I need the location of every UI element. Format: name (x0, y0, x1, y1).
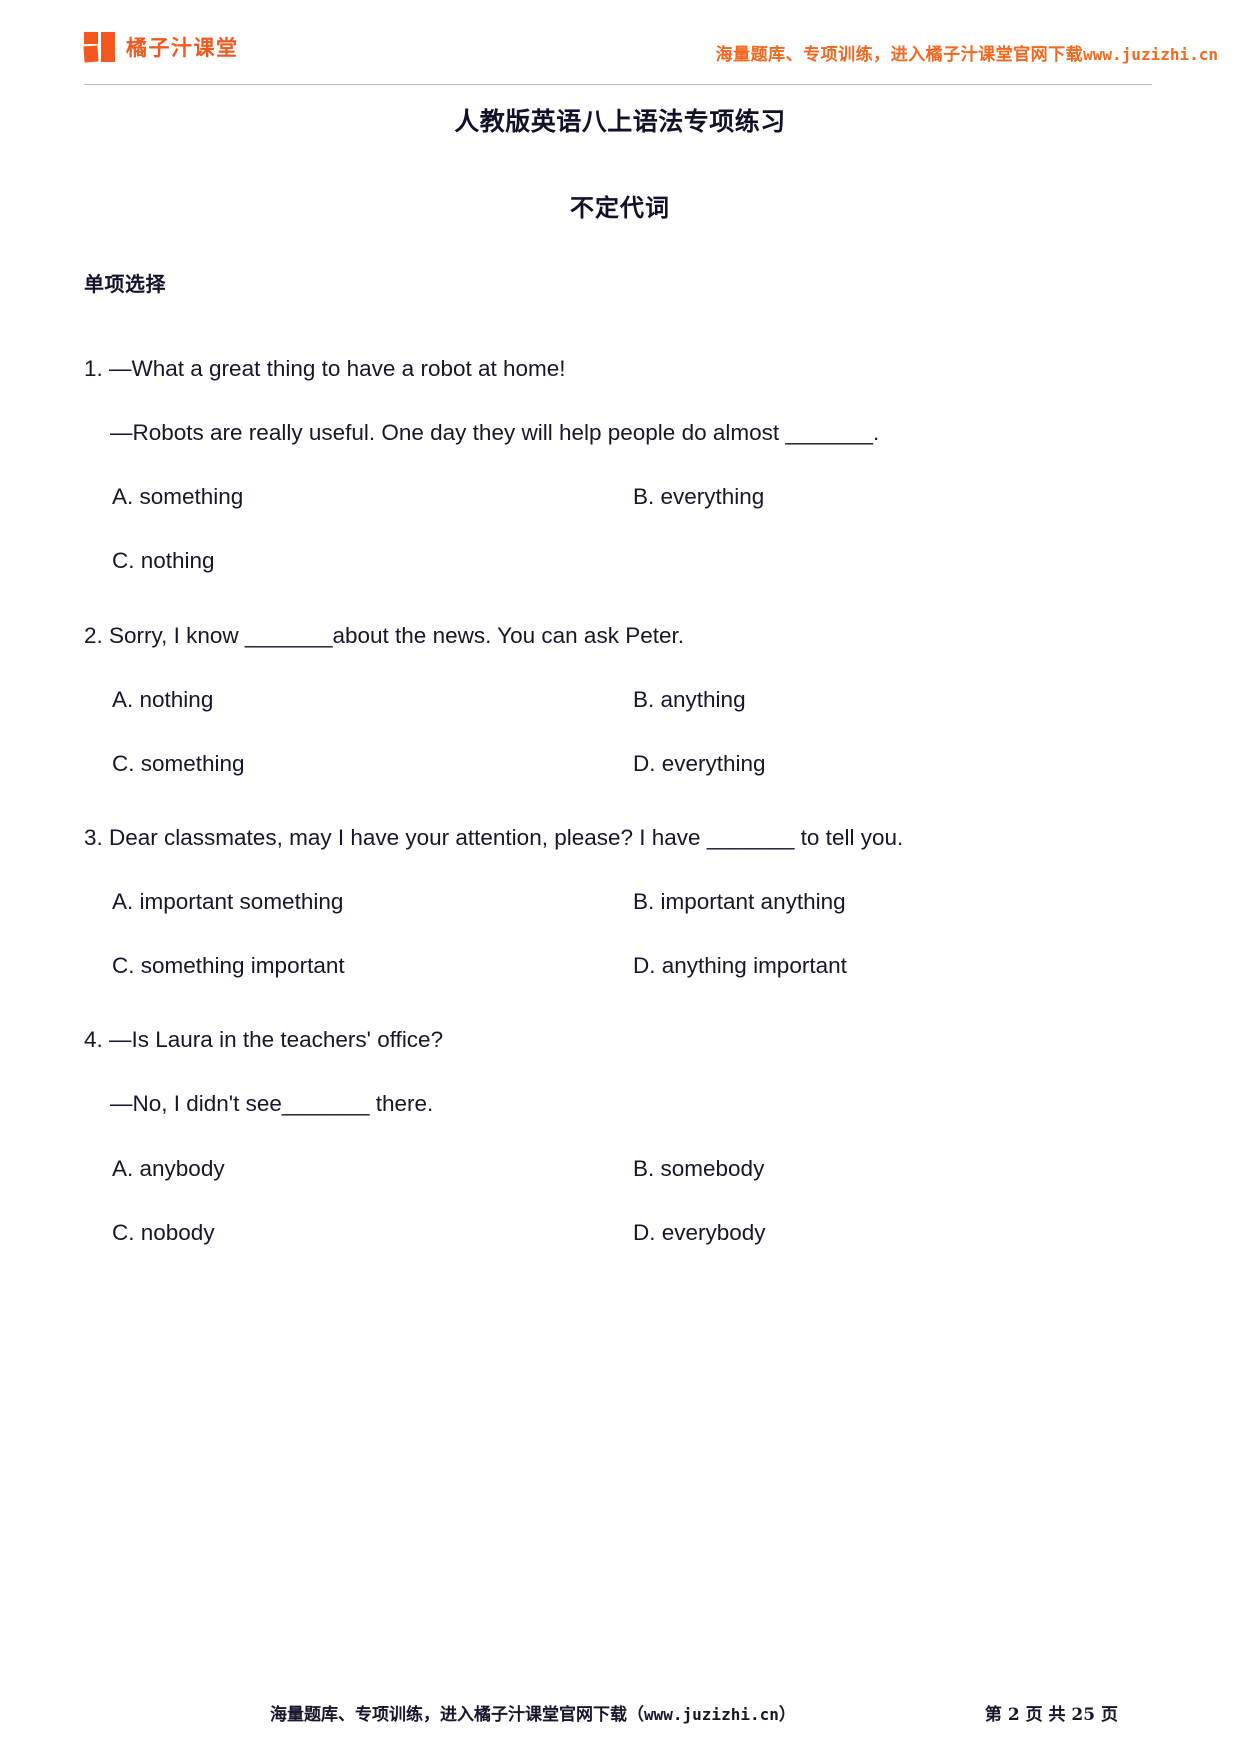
page-number-indicator: 第 2 页 共 25 页 (984, 1705, 1118, 1725)
header-promo-label: 海量题库、专项训练，进入橘子汁课堂官网下载 (715, 45, 1084, 65)
option-c[interactable]: C. nobody (112, 1219, 633, 1247)
option-c[interactable]: C. something (112, 750, 633, 778)
question-stem-line: 2. Sorry, I know _______about the news. … (84, 622, 684, 648)
option-b[interactable]: B. important anything (633, 888, 1154, 916)
option-d[interactable]: D. everything (633, 750, 1154, 778)
footer-promo-url: www.juzizhi.cn (644, 1705, 779, 1724)
question-stem-line: 3. Dear classmates, may I have your atte… (84, 824, 904, 850)
brand-name: 橘子汁课堂 (126, 36, 239, 60)
question-item: 4. —Is Laura in the teachers' office? —N… (84, 1026, 1154, 1283)
header-promo-url: www.juzizhi.cn (1083, 45, 1218, 64)
option-b[interactable]: B. somebody (633, 1155, 1154, 1183)
orange-juice-logo-icon (83, 32, 116, 63)
question-item: 3. Dear classmates, may I have your atte… (84, 824, 1154, 1016)
brand-logo: 橘子汁课堂 (83, 32, 239, 63)
question-stem-line: 1. —What a great thing to have a robot a… (84, 356, 566, 381)
option-d[interactable]: D. everybody (633, 1219, 1154, 1247)
question-stem-line: —Robots are really useful. One day they … (110, 420, 880, 446)
question-item: 1. —What a great thing to have a robot a… (84, 355, 1154, 612)
option-b[interactable]: B. everything (633, 483, 1154, 511)
question-options: A. anybody B. somebody C. nobody D. ever… (84, 1155, 1154, 1283)
option-a[interactable]: A. nothing (112, 686, 633, 714)
question-options: A. something B. everything C. nothing (84, 483, 1154, 611)
question-stem-line: 4. —Is Laura in the teachers' office? (84, 1027, 444, 1053)
section-label-multiple-choice: 单项选择 (84, 272, 166, 296)
option-b[interactable]: B. anything (633, 686, 1154, 714)
option-c[interactable]: C. nothing (112, 547, 1154, 575)
header-divider (84, 84, 1152, 85)
footer-promo-label-end: ） (778, 1705, 796, 1725)
option-a[interactable]: A. important something (112, 888, 633, 916)
footer-promo-label: 海量题库、专项训练，进入橘子汁课堂官网下载（ (270, 1705, 644, 1725)
document-subtitle: 不定代词 (570, 194, 670, 222)
question-options: A. nothing B. anything C. something D. e… (84, 686, 1154, 814)
document-title: 人教版英语八上语法专项练习 (454, 107, 786, 136)
question-stem-line: —No, I didn't see_______ there. (110, 1091, 434, 1117)
option-d[interactable]: D. anything important (633, 952, 1154, 980)
page-header: 橘子汁课堂 海量题库、专项训练，进入橘子汁课堂官网下载www.juzizhi.c… (0, 0, 1240, 86)
question-item: 2. Sorry, I know _______about the news. … (84, 622, 1154, 814)
option-a[interactable]: A. something (112, 483, 633, 511)
question-options: A. important something B. important anyt… (84, 888, 1154, 1016)
option-a[interactable]: A. anybody (112, 1155, 633, 1183)
document-body: 单项选择 1. —What a great thing to have a ro… (84, 268, 1154, 1293)
footer-promo-text: 海量题库、专项训练，进入橘子汁课堂官网下载（www.juzizhi.cn） (270, 1700, 796, 1725)
page-footer: 海量题库、专项训练，进入橘子汁课堂官网下载（www.juzizhi.cn） 第 … (0, 1682, 1240, 1754)
header-promo-text: 海量题库、专项训练，进入橘子汁课堂官网下载www.juzizhi.cn (716, 40, 1218, 65)
option-c[interactable]: C. something important (112, 952, 633, 980)
